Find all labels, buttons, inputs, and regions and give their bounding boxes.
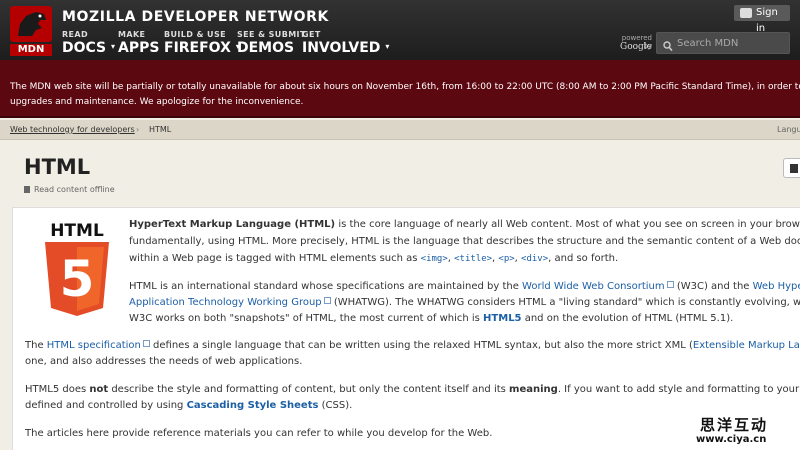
html-spec-link[interactable]: HTML specification (47, 340, 141, 351)
nav-docs[interactable]: READ DOCS ▾ (62, 30, 115, 56)
standards-paragraph-line-2: Application Technology Working Group (WH… (129, 297, 800, 308)
article-content: HTML 5 HyperText Markup Language (HTML) … (12, 207, 800, 450)
book-icon (24, 186, 30, 193)
code-div[interactable]: <div> (521, 254, 548, 264)
signin-button[interactable]: Sign in (734, 5, 790, 34)
whatwg-link[interactable]: Web Hyper (753, 281, 800, 292)
logo-text: MDN (10, 44, 52, 56)
code-img[interactable]: <img> (421, 254, 448, 264)
banner-text: The MDN web site will be partially or to… (10, 80, 800, 110)
standards-paragraph-line-1: HTML is an international standard whose … (129, 279, 800, 295)
external-link-icon (142, 340, 150, 347)
google-logo: Google (620, 42, 652, 52)
code-title[interactable]: <title> (454, 254, 492, 264)
watermark-url: www.ciya.cn (696, 434, 767, 445)
maintenance-banner: The MDN web site will be partially or to… (0, 60, 800, 118)
intro-paragraph-line-1: HyperText Markup Language (HTML) is the … (129, 219, 800, 230)
language-menu[interactable]: Langu (777, 125, 800, 134)
nav-demos[interactable]: SEE & SUBMIT DEMOS (237, 30, 306, 56)
intro-paragraph-line-3: within a Web page is tagged with HTML el… (129, 253, 619, 264)
user-icon (740, 8, 752, 18)
nav-apps-small: MAKE (118, 30, 146, 39)
html5-logo: HTML 5 (41, 220, 113, 318)
watermark: 思洋互动 www.ciya.cn (692, 412, 800, 450)
chevron-down-icon: ▾ (111, 42, 116, 51)
spec-paragraph-line-2: one, and also addresses the needs of web… (25, 356, 303, 367)
book-icon (790, 164, 798, 173)
site-title[interactable]: MOZILLA DEVELOPER NETWORK (62, 9, 329, 25)
w3c-link[interactable]: World Wide Web Consortium (522, 281, 665, 292)
external-link-icon (323, 297, 331, 304)
breadcrumb: Web technology for developers › HTML Lan… (0, 120, 800, 140)
html5-link[interactable]: HTML5 (483, 313, 521, 324)
external-link-icon (666, 281, 674, 288)
html5-logo-text: HTML (50, 221, 104, 241)
site-header: MDN MOZILLA DEVELOPER NETWORK READ DOCS … (0, 0, 800, 60)
dino-logo-icon (10, 6, 52, 42)
nav-apps-label: APPS (118, 40, 160, 56)
toc-toggle-button[interactable] (783, 158, 800, 178)
banner-line-1: The MDN web site will be partially or to… (10, 82, 800, 92)
mdn-logo[interactable]: MDN (10, 6, 52, 56)
reference-paragraph: The articles here provide reference mate… (25, 428, 493, 439)
style-paragraph-line-1: HTML5 does not describe the style and fo… (25, 384, 800, 395)
nav-docs-small: READ (62, 30, 89, 39)
whatwg-link-cont[interactable]: Application Technology Working Group (129, 297, 322, 308)
nav-firefox-small: BUILD & USE (164, 30, 226, 39)
breadcrumb-parent-link[interactable]: Web technology for developers (10, 125, 135, 134)
spec-paragraph-line-1: The HTML specification defines a single … (25, 340, 800, 351)
css-link[interactable]: Cascading Style Sheets (187, 400, 319, 411)
read-offline-link[interactable]: Read content offline (24, 185, 115, 194)
nav-docs-label: DOCS ▾ (62, 40, 116, 56)
nav-involved-label: INVOLVED ▾ (302, 40, 390, 56)
nav-firefox-label: FIREFOX ▾ (164, 40, 240, 56)
nav-demos-small: SEE & SUBMIT (237, 30, 306, 39)
breadcrumb-current: HTML (149, 125, 172, 134)
nav-demos-label: DEMOS (237, 40, 295, 56)
search-input[interactable] (677, 35, 787, 51)
search-box[interactable] (656, 32, 790, 54)
watermark-cn: 思洋互动 (700, 416, 769, 434)
style-paragraph-line-2: defined and controlled by using Cascadin… (25, 400, 353, 411)
nav-involved-small: GET (302, 30, 321, 39)
chevron-down-icon: ▾ (385, 42, 390, 51)
page-title: HTML (24, 155, 91, 179)
code-p[interactable]: <p> (498, 254, 514, 264)
breadcrumb-separator-icon: › (136, 125, 140, 134)
search-icon (663, 37, 673, 56)
nav-involved[interactable]: GET INVOLVED ▾ (302, 30, 389, 56)
xml-link[interactable]: Extensible Markup La (693, 340, 800, 351)
banner-line-2: upgrades and maintenance. We apologize f… (10, 97, 304, 107)
nav-apps[interactable]: MAKE APPS (118, 30, 159, 56)
html5-logo-number: 5 (60, 250, 95, 308)
intro-paragraph-line-2: fundamentally, using HTML. More precisel… (129, 236, 800, 247)
standards-paragraph-line-3: W3C works on both "snapshots" of HTML, t… (129, 313, 734, 324)
nav-firefox[interactable]: BUILD & USE FIREFOX ▾ (164, 30, 240, 56)
